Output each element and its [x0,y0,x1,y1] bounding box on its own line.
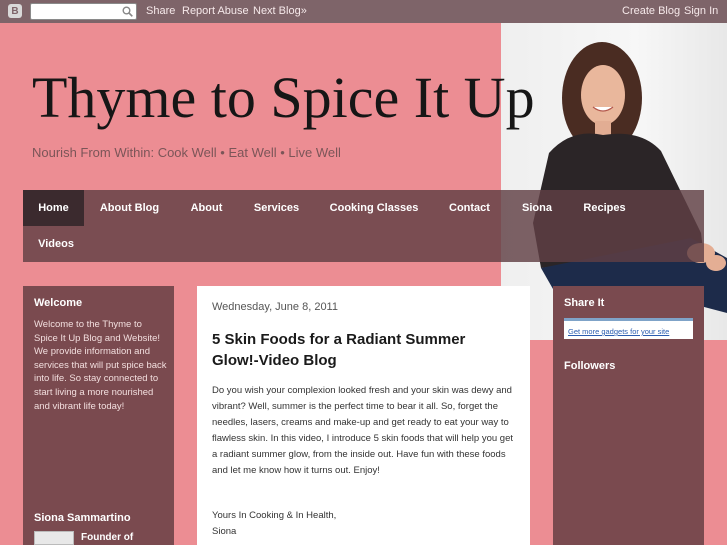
blogger-navbar: B Share Report Abuse Next Blog» Create B… [0,0,727,23]
tab-contact[interactable]: Contact [433,190,506,226]
tab-home[interactable]: Home [23,190,84,226]
tab-recipes[interactable]: Recipes [568,190,641,226]
report-abuse-link[interactable]: Report Abuse [182,5,249,17]
tab-siona[interactable]: Siona [506,190,568,226]
post-body: Do you wish your complexion looked fresh… [212,385,513,476]
profile-widget-title: Siona Sammartino [34,512,131,524]
get-gadgets-link[interactable]: Get more gadgets for your site [568,327,669,336]
search-icon[interactable] [122,6,133,17]
share-gadget: Get more gadgets for your site [564,318,693,339]
page-tabs: Home About Blog About Services Cooking C… [23,190,704,262]
welcome-widget-title: Welcome [34,297,83,309]
sign-in-link[interactable]: Sign In [684,5,718,17]
blog-description: Nourish From Within: Cook Well • Eat Wel… [32,145,341,160]
tab-about-blog[interactable]: About Blog [84,190,175,226]
post-signoff: Yours In Cooking & In Health, [212,510,337,521]
post-signature: Yours In Cooking & In Health, Siona [212,508,512,540]
main-post-column: Wednesday, June 8, 2011 5 Skin Foods for… [197,286,530,545]
share-widget-title: Share It [564,297,605,309]
profile-text: Founder of [81,532,134,543]
post-date: Wednesday, June 8, 2011 [212,301,338,313]
blogger-logo-icon[interactable]: B [8,4,22,18]
tab-cooking-classes[interactable]: Cooking Classes [315,190,433,226]
right-sidebar: Share It Get more gadgets for your site … [553,286,704,545]
blog-title[interactable]: Thyme to Spice It Up [32,64,535,131]
create-blog-link[interactable]: Create Blog [622,5,680,17]
search-input[interactable] [30,3,137,20]
left-sidebar: Welcome Welcome to the Thyme to Spice It… [23,286,174,545]
tab-videos[interactable]: Videos [23,226,89,262]
followers-widget-title: Followers [564,360,616,372]
post-title[interactable]: 5 Skin Foods for a Radiant Summer Glow!-… [212,329,512,371]
avatar[interactable] [34,531,74,545]
tab-services[interactable]: Services [238,190,315,226]
tab-about[interactable]: About [175,190,238,226]
share-link[interactable]: Share [146,5,175,17]
welcome-widget-text: Welcome to the Thyme to Spice It Up Blog… [34,319,167,412]
next-blog-link[interactable]: Next Blog» [253,5,307,17]
post-author: Siona [212,526,237,537]
